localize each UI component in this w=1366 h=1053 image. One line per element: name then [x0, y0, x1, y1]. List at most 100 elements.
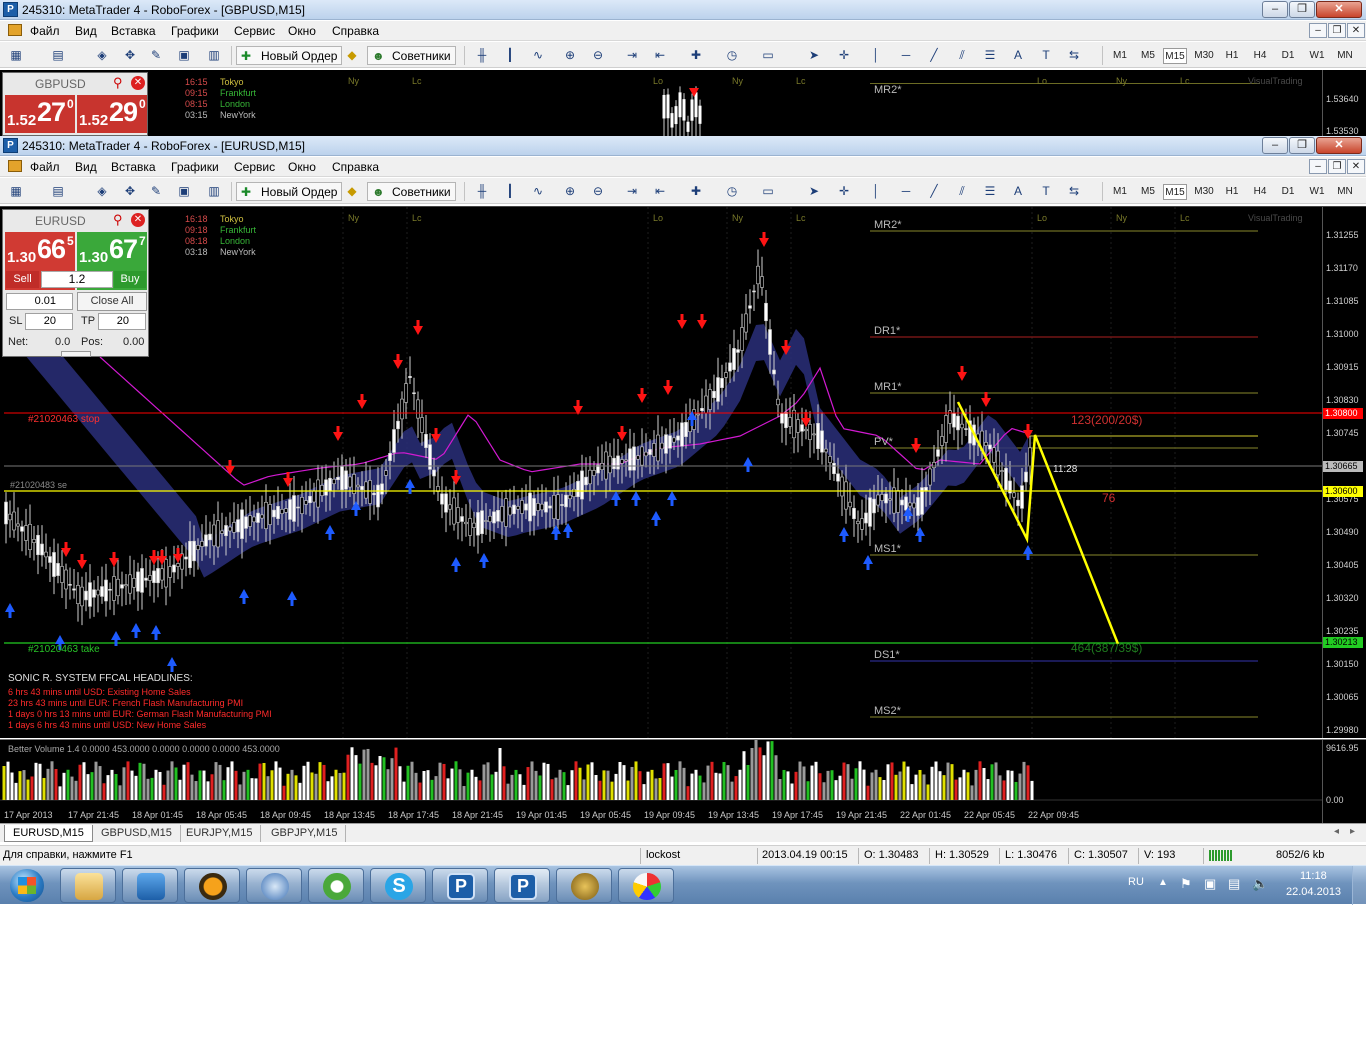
menu-tools[interactable]: Сервис [234, 24, 275, 38]
text-icon[interactable]: A [1008, 182, 1028, 201]
mdi-minimize-button[interactable]: – [1309, 159, 1327, 174]
taskbar-utorrent[interactable] [308, 868, 364, 903]
timeframe-m5[interactable]: M5 [1136, 184, 1160, 200]
tray-show-hidden-icon[interactable]: ▲ [1158, 877, 1168, 888]
market-watch-icon[interactable]: ◈ [92, 46, 112, 65]
metaeditor-icon[interactable]: ◆ [342, 46, 362, 65]
menu-view[interactable]: Вид [75, 160, 97, 174]
lot-multiplier-field[interactable]: 1.2 [41, 271, 113, 288]
mdi-restore-button[interactable]: ❐ [1328, 23, 1346, 38]
candlestick-icon[interactable]: ┃ [500, 182, 520, 201]
connection-bars-icon[interactable] [1209, 850, 1233, 861]
timeframe-d1[interactable]: D1 [1276, 184, 1300, 200]
close-panel-icon[interactable]: ✕ [131, 76, 145, 90]
mdi-restore-button[interactable]: ❐ [1328, 159, 1346, 174]
zoom-in-icon[interactable]: ⊕ [560, 46, 580, 65]
timeframe-w1[interactable]: W1 [1305, 184, 1329, 200]
close-button[interactable]: ✕ [1316, 1, 1362, 18]
menu-help[interactable]: Справка [332, 24, 379, 38]
tabs-scroll-left-icon[interactable]: ◂ [1334, 826, 1339, 837]
taskbar-lion-app[interactable] [556, 868, 612, 903]
menu-file[interactable]: Файл [30, 160, 60, 174]
taskbar-skype[interactable]: S [370, 868, 426, 903]
menu-insert[interactable]: Вставка [111, 160, 156, 174]
sl-stepper[interactable]: 20 [25, 313, 73, 330]
vertical-line-icon[interactable]: │ [866, 46, 886, 65]
panel-expand-handle[interactable] [61, 351, 91, 357]
language-indicator[interactable]: RU [1128, 876, 1144, 888]
timeframe-h1[interactable]: H1 [1220, 48, 1244, 64]
fibonacci-icon[interactable]: ☰ [980, 182, 1000, 201]
new-chart-icon[interactable]: ▦ [6, 46, 26, 65]
gbpusd-title-bar[interactable]: P 245310: MetaTrader 4 - RoboForex - [GB… [0, 0, 1366, 20]
tester-icon[interactable]: ▥ [204, 182, 224, 201]
start-button[interactable] [4, 866, 50, 905]
chart-shift-icon[interactable]: ⇤ [650, 46, 670, 65]
take-line-label[interactable]: #21020463 take [28, 644, 100, 655]
autoscroll-icon[interactable]: ⇥ [622, 46, 642, 65]
mdi-close-button[interactable]: ✕ [1347, 159, 1365, 174]
terminal-icon[interactable]: ▣ [174, 182, 194, 201]
expert-advisors-button[interactable]: ☻ Советники [367, 182, 456, 201]
tab-gbpusd[interactable]: GBPUSD,M15 [93, 825, 181, 842]
tabs-scroll-right-icon[interactable]: ▸ [1350, 826, 1355, 837]
menu-view[interactable]: Вид [75, 24, 97, 38]
timeframe-m5[interactable]: M5 [1136, 48, 1160, 64]
templates-icon[interactable]: ▭ [758, 182, 778, 201]
tp-stepper[interactable]: 20 [98, 313, 146, 330]
taskbar-paint[interactable] [618, 868, 674, 903]
taskbar-metatrader-2[interactable]: P [494, 868, 550, 903]
sell-line-label[interactable]: #21020483 se [10, 480, 67, 490]
zoom-out-icon[interactable]: ⊖ [588, 46, 608, 65]
navigator-icon[interactable]: ✥ [120, 182, 140, 201]
equidistant-channel-icon[interactable]: ⫽ [952, 182, 972, 201]
text-label-icon[interactable]: T [1036, 46, 1056, 65]
new-order-button[interactable]: ✚ Новый Ордер [236, 46, 343, 65]
chart-menu-icon[interactable] [8, 160, 22, 172]
eurusd-chart[interactable]: 1.31255 1.31170 1.31085 1.31000 1.30915 1.308… [0, 206, 1366, 738]
menu-help[interactable]: Справка [332, 160, 379, 174]
timeframe-w1[interactable]: W1 [1305, 48, 1329, 64]
zoom-in-icon[interactable]: ⊕ [560, 182, 580, 201]
close-panel-icon[interactable]: ✕ [131, 213, 145, 227]
vertical-line-icon[interactable]: │ [866, 182, 886, 201]
equidistant-channel-icon[interactable]: ⫽ [952, 46, 972, 65]
tab-eurjpy[interactable]: EURJPY,M15 [178, 825, 262, 842]
gbpusd-ask-box[interactable]: 1.52 29 0 [77, 95, 147, 133]
menu-tools[interactable]: Сервис [234, 160, 275, 174]
tab-gbpjpy[interactable]: GBPJPY,M15 [263, 825, 347, 842]
eurusd-title-bar[interactable]: P 245310: MetaTrader 4 - RoboForex - [EU… [0, 136, 1366, 156]
cursor-icon[interactable]: ➤ [804, 182, 824, 201]
restore-button[interactable]: ❐ [1289, 137, 1315, 154]
stop-line-label[interactable]: #21020463 stop [28, 414, 100, 425]
profiles-icon[interactable]: ▤ [48, 182, 68, 201]
timeframe-mn[interactable]: MN [1333, 48, 1357, 64]
timeframe-mn[interactable]: MN [1333, 184, 1357, 200]
arrows-icon[interactable]: ⇆ [1064, 46, 1084, 65]
periods-icon[interactable]: ◷ [722, 46, 742, 65]
data-window-icon[interactable]: ✎ [146, 46, 166, 65]
menu-file[interactable]: Файл [30, 24, 60, 38]
new-chart-icon[interactable]: ▦ [6, 182, 26, 201]
volume-subwindow[interactable]: 9616.95 0.00 Better Volume 1.4 0.0000 45… [0, 739, 1366, 823]
tray-device-icon[interactable]: ▣ [1204, 876, 1216, 892]
timeframe-m30[interactable]: M30 [1192, 48, 1216, 64]
timeframe-m15[interactable]: M15 [1163, 184, 1187, 200]
chart-shift-icon[interactable]: ⇤ [650, 182, 670, 201]
timeframe-m1[interactable]: M1 [1108, 48, 1132, 64]
taskbar-metatrader-1[interactable]: P [432, 868, 488, 903]
timeframe-h4[interactable]: H4 [1248, 48, 1272, 64]
periods-icon[interactable]: ◷ [722, 182, 742, 201]
lot-size-stepper[interactable]: 0.01 [6, 293, 73, 310]
candlestick-icon[interactable]: ┃ [500, 46, 520, 65]
market-watch-icon[interactable]: ◈ [92, 182, 112, 201]
timeframe-h1[interactable]: H1 [1220, 184, 1244, 200]
menu-window[interactable]: Окно [288, 24, 316, 38]
close-all-button[interactable]: Close All [77, 292, 147, 311]
text-icon[interactable]: A [1008, 46, 1028, 65]
arrows-icon[interactable]: ⇆ [1064, 182, 1084, 201]
timeframe-m30[interactable]: M30 [1192, 184, 1216, 200]
clock-date[interactable]: 22.04.2013 [1286, 886, 1341, 898]
bar-chart-icon[interactable]: ╫ [472, 46, 492, 65]
timeframe-m1[interactable]: M1 [1108, 184, 1132, 200]
